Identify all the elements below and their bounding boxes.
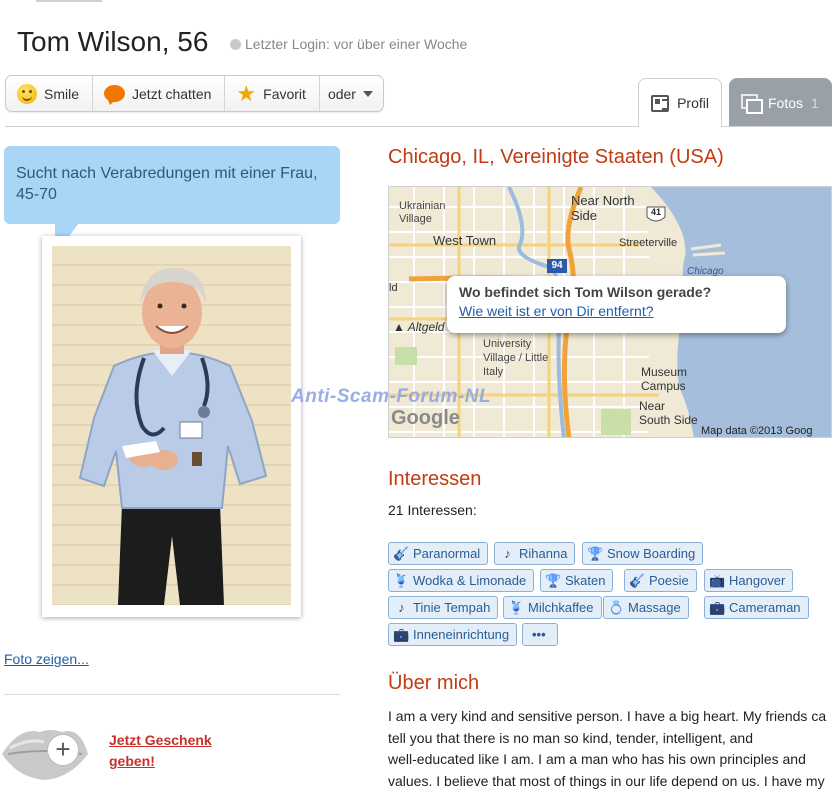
ring-icon: 💍 <box>608 600 625 615</box>
interest-tag[interactable]: 💍 Massage <box>603 596 689 619</box>
offline-dot-icon <box>230 38 241 50</box>
location-title: Chicago, IL, Vereinigte Staaten (USA) <box>388 146 724 168</box>
photos-count: 1 <box>811 94 819 111</box>
interest-tag-label: Tinie Tempah <box>413 600 491 615</box>
smile-button[interactable]: Smile <box>6 76 94 111</box>
trophy-icon: 🏆 <box>587 546 604 561</box>
last-login-text: Letzter Login: vor über einer Woche <box>245 36 468 52</box>
briefcase-icon: 💼 <box>393 627 410 642</box>
map-credit: Map data ©2013 Goog <box>701 425 813 437</box>
last-login-status: Letzter Login: vor über einer Woche <box>230 36 467 52</box>
favorite-button[interactable]: ★ Favorit <box>225 76 320 111</box>
tab-photos[interactable]: Fotos 1 <box>729 78 832 127</box>
google-logo: Google <box>391 407 460 429</box>
tab-profile[interactable]: Profil <box>638 78 722 127</box>
highway-41-shield: 41 <box>650 207 661 217</box>
action-bar: Smile Jetzt chatten ★ Favorit oder <box>5 75 384 112</box>
highway-94-shield: 94 <box>551 260 563 271</box>
seeking-text: Sucht nach Verabredungen mit einer Frau,… <box>16 165 318 203</box>
chat-label: Jetzt chatten <box>132 85 212 102</box>
map-label-altgeld: ▲ Altgeld <box>393 320 445 334</box>
profile-photo[interactable] <box>52 246 291 605</box>
more-dropdown[interactable]: oder <box>320 76 383 111</box>
music-note-icon: ♪ <box>504 546 511 561</box>
chat-bubble-icon <box>104 85 126 102</box>
about-line: values. I believe that most of things in… <box>388 772 825 789</box>
map-label-near-south-side: Near South Side <box>639 399 698 427</box>
drinks-icon: 🍹 <box>393 573 410 588</box>
guitar-icon: 🎸 <box>393 546 410 561</box>
more-interests-button: ••• <box>532 627 546 642</box>
interests-title: Interessen <box>388 468 482 490</box>
about-title: Über mich <box>388 672 480 694</box>
interest-tag-label: Wodka & Limonade <box>413 573 527 588</box>
interest-tag-label: Cameraman <box>729 600 801 615</box>
profile-name: Tom Wilson, 56 <box>17 26 209 57</box>
interest-tag[interactable]: 🏆 Skaten <box>540 569 614 592</box>
map-label-near-north-side: Near North Side <box>571 193 635 223</box>
watermark-text: Anti-Scam-Forum-NL <box>291 386 492 407</box>
guitar-icon: 🎸 <box>629 573 646 588</box>
interests-count: 21 Interessen: <box>388 502 477 518</box>
interest-tag[interactable]: 📺 Hangover <box>704 569 794 592</box>
star-icon: ★ <box>236 80 257 106</box>
briefcase-icon: 💼 <box>709 600 726 615</box>
show-photo-link[interactable]: Foto zeigen... <box>4 651 89 667</box>
interest-tag-label: Milchkaffee <box>528 600 594 615</box>
music-note-icon: ♪ <box>398 600 405 615</box>
map-popup: Wo befindet sich Tom Wilson gerade? Wie … <box>447 276 786 333</box>
photos-icon <box>741 94 763 114</box>
add-gift-plus-icon[interactable]: + <box>47 734 79 766</box>
interest-tag[interactable]: ••• <box>522 623 558 646</box>
tab-photos-label: Fotos <box>768 94 804 111</box>
tab-profile-label: Profil <box>677 95 709 111</box>
seeking-bubble: Sucht nach Verabredungen mit einer Frau,… <box>4 146 340 224</box>
about-line: tell you that there is no man so kind, t… <box>388 729 754 746</box>
interest-tag-label: Snow Boarding <box>607 546 696 561</box>
profile-photo-frame[interactable] <box>42 236 301 617</box>
about-line: well-educated like I am. I am a man who … <box>388 751 806 767</box>
interest-tag-label: Skaten <box>565 573 606 588</box>
distance-link[interactable]: Wie weit ist er von Dir entfernt? <box>459 303 774 319</box>
smile-label: Smile <box>44 85 80 102</box>
interest-tag[interactable]: 💼 Inneneinrichtung <box>388 623 518 646</box>
interest-tag[interactable]: 🎸 Poesie <box>624 569 697 592</box>
map-label-ld: ld <box>389 282 398 294</box>
map-label-streeterville: Streeterville <box>619 237 678 249</box>
about-text: I am a very kind and sensitive person. I… <box>388 706 832 792</box>
interest-tag-label: Paranormal <box>413 546 481 561</box>
map-label-west-town: West Town <box>433 233 497 248</box>
interest-tag[interactable]: 🍹 Wodka & Limonade <box>388 569 535 592</box>
profile-card-icon <box>651 94 670 112</box>
interest-tag-label: Poesie <box>649 573 689 588</box>
interest-tag[interactable]: 💼 Cameraman <box>704 596 809 619</box>
interest-tag[interactable]: ♪ Rihanna <box>494 542 576 565</box>
gift-link[interactable]: Jetzt Geschenk geben! <box>109 730 239 772</box>
interest-tag[interactable]: 🎸 Paranormal <box>388 542 489 565</box>
map-label-university-village: University Village / Little Italy <box>483 338 549 378</box>
chevron-down-icon <box>362 90 373 97</box>
top-divider <box>36 0 102 2</box>
map-label-ukrainian-village: Ukrainian Village <box>399 200 446 225</box>
interest-tag[interactable]: 🍹 Milchkaffee <box>503 596 602 619</box>
chat-button[interactable]: Jetzt chatten <box>93 76 226 111</box>
left-divider <box>4 694 340 695</box>
tv-icon: 📺 <box>709 573 726 588</box>
interest-tag-label: Massage <box>628 600 681 615</box>
drinks-icon: 🍹 <box>508 600 525 615</box>
interest-tag[interactable]: ♪ Tinie Tempah <box>388 596 499 619</box>
favorite-label: Favorit <box>263 85 306 102</box>
interest-tag-label: Hangover <box>729 573 786 588</box>
about-line: I am a very kind and sensitive person. I… <box>388 708 827 724</box>
smiley-icon <box>17 83 37 104</box>
interest-tag-label: Inneneinrichtung <box>413 627 510 642</box>
trophy-icon: 🏆 <box>545 573 562 588</box>
interest-tag-label: Rihanna <box>519 546 568 561</box>
map-popup-question: Wo befindet sich Tom Wilson gerade? <box>459 284 712 300</box>
map-label-museum-campus: Museum Campus <box>641 365 688 393</box>
interest-tag[interactable]: 🏆 Snow Boarding <box>582 542 704 565</box>
more-label: oder <box>327 85 356 102</box>
